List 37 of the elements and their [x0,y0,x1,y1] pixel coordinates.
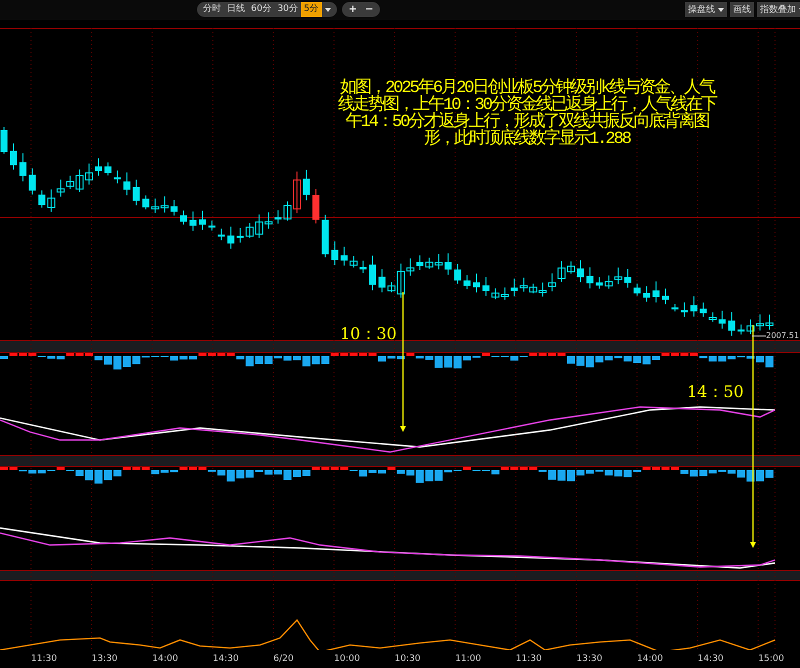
tool-button[interactable]: 画线 [730,2,754,17]
time-marker-label: 14：50 [687,382,744,403]
price-label: 2007.51 [766,331,800,340]
caret-icon [718,8,724,12]
axis-label: 13:30 [92,654,118,664]
axis-label: 14:30 [698,654,724,664]
period-tab[interactable]: 30分 [274,2,301,17]
histogram-bar [444,356,452,368]
axis-label: 11:00 [455,654,482,664]
axis-label: 11:30 [31,654,57,664]
period-tab[interactable]: 分时 [200,2,224,17]
histogram-bar [236,470,244,478]
dropdown-button[interactable]: 操盘线 [685,2,727,17]
time-marker-label: 10：30 [340,324,397,345]
caret-icon [324,8,331,12]
axis-label: 14:30 [212,654,239,664]
histogram-bar [255,356,264,364]
axis-label: 13:30 [576,654,602,664]
period-tab[interactable]: 5分 [300,2,322,17]
dropdown-button[interactable]: 指数叠加 [757,2,800,17]
period-tab[interactable]: 日线 [224,2,248,17]
histogram-bar [576,356,584,366]
chart-annotation: 如图，2025年6月20日创业板5分钟级别k线与资金、人气线走势图，上午10：30分资金线已返身上行，人气线在下午14：50分才返身上行，形成了双线共振反向底背离图形，此时顶底线数字显示1.288 [338,80,716,148]
axis-label: 10:00 [334,654,360,664]
axis-label: 14:00 [152,654,178,664]
histogram-bar [122,356,131,368]
axis-label: 11:30 [516,654,542,664]
histogram-bar [558,470,566,481]
axis-label: 15:00 [758,654,784,664]
period-tab[interactable]: 60分 [248,2,274,17]
zoom-button[interactable]: + [344,2,362,17]
axis-label: 6/20 [273,654,294,664]
zoom-button[interactable]: − [361,2,378,17]
histogram-bar [312,356,320,364]
axis-label: 10:30 [394,654,421,664]
axis-label: 14:00 [637,654,663,664]
histogram-bar [425,470,434,482]
